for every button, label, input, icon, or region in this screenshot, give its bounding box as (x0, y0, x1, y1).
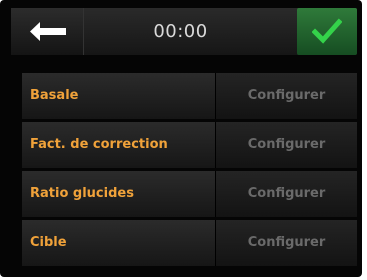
check-icon (312, 18, 342, 44)
row-label: Cible (22, 220, 216, 266)
configure-button[interactable]: Configurer (216, 220, 357, 266)
configure-button[interactable]: Configurer (216, 73, 357, 119)
list-item-target: Cible Configurer (22, 220, 357, 266)
left-arrow-icon (30, 22, 66, 41)
settings-list: Basale Configurer Fact. de correction Co… (22, 73, 357, 269)
clock-time: 00:00 (153, 21, 208, 42)
configure-button[interactable]: Configurer (216, 122, 357, 168)
row-label: Fact. de correction (22, 122, 216, 168)
back-button[interactable] (11, 8, 84, 55)
list-item-correction-factor: Fact. de correction Configurer (22, 122, 357, 168)
list-item-basale: Basale Configurer (22, 73, 357, 119)
list-item-carb-ratio: Ratio glucides Configurer (22, 171, 357, 217)
confirm-button[interactable] (297, 8, 357, 55)
configure-button[interactable]: Configurer (216, 171, 357, 217)
row-label: Basale (22, 73, 216, 119)
row-label: Ratio glucides (22, 171, 216, 217)
header-bar: 00:00 (11, 8, 357, 55)
device-screen: 00:00 Basale Configurer Fact. de correct… (0, 0, 362, 277)
